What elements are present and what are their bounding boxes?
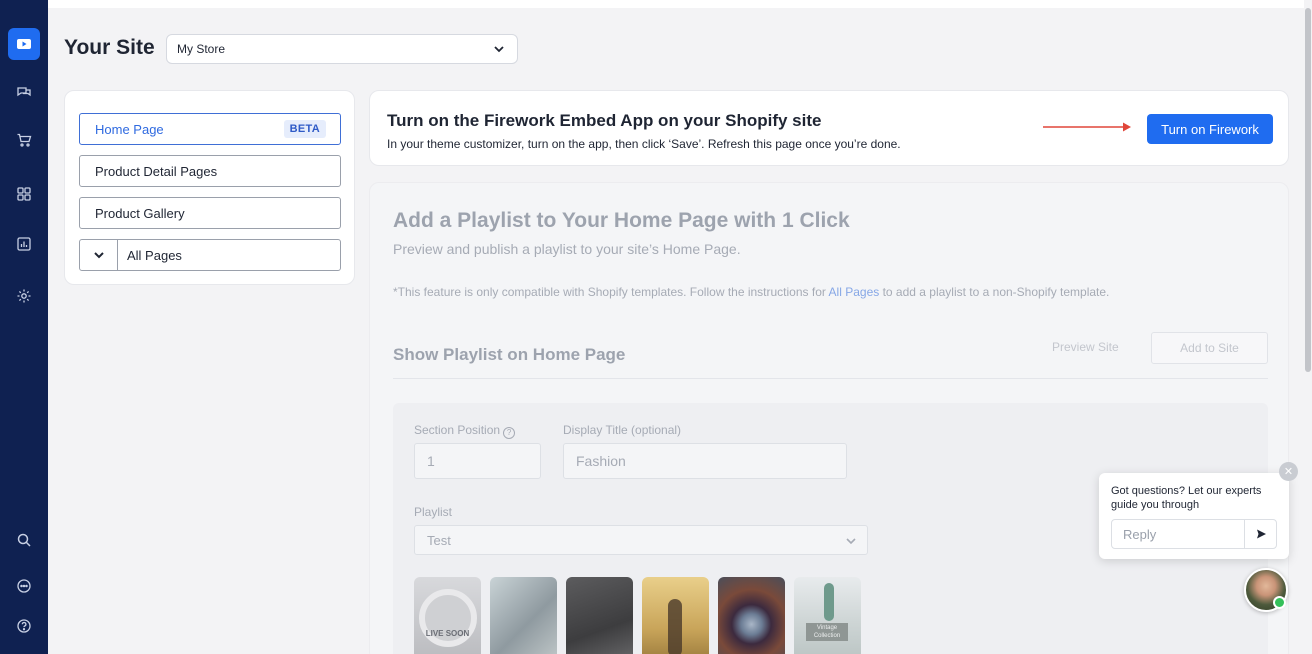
chat-bubbles-icon[interactable] — [8, 76, 40, 108]
video-thumbnails: LIVE SOON Vintage Collection — [414, 577, 861, 654]
arrow-right-icon — [1043, 122, 1131, 132]
video-thumbnail[interactable]: LIVE SOON — [414, 577, 481, 654]
chevron-down-icon — [846, 538, 856, 545]
beta-badge: BETA — [283, 120, 326, 138]
apps-grid-icon[interactable] — [8, 178, 40, 210]
page-option-product-detail[interactable]: Product Detail Pages — [79, 155, 341, 187]
note-text: *This feature is only compatible with Sh… — [393, 285, 829, 299]
left-nav-rail — [0, 0, 48, 654]
video-thumbnail[interactable]: Vintage Collection — [794, 577, 861, 654]
send-button[interactable] — [1244, 520, 1276, 548]
page-option-label: All Pages — [127, 247, 182, 263]
expand-toggle[interactable] — [80, 240, 118, 270]
section-position-label-text: Section Position — [414, 423, 501, 437]
chat-reply-input[interactable]: Reply — [1111, 519, 1277, 549]
playlist-select[interactable]: Test — [414, 525, 868, 555]
card-subheading: Preview and publish a playlist to your s… — [393, 241, 741, 257]
turn-on-firework-button[interactable]: Turn on Firework — [1147, 114, 1273, 144]
page-option-label: Product Detail Pages — [95, 163, 218, 179]
section-position-input[interactable]: 1 — [414, 443, 541, 479]
embed-app-banner: Turn on the Firework Embed App on your S… — [369, 90, 1289, 166]
video-thumbnail[interactable] — [490, 577, 557, 654]
chevron-down-icon — [494, 46, 504, 53]
video-thumbnail[interactable] — [718, 577, 785, 654]
add-to-site-button[interactable]: Add to Site — [1151, 332, 1268, 364]
playlist-select-value: Test — [427, 532, 451, 548]
video-icon[interactable] — [8, 28, 40, 60]
help-icon[interactable] — [8, 610, 40, 642]
analytics-icon[interactable] — [8, 228, 40, 260]
video-thumbnail[interactable] — [642, 577, 709, 654]
chevron-down-icon — [93, 252, 104, 259]
online-status-dot — [1273, 596, 1286, 609]
chat-message: Got questions? Let our experts guide you… — [1111, 485, 1262, 511]
thumbnail-caption: LIVE SOON — [425, 629, 470, 638]
messages-icon[interactable] — [8, 570, 40, 602]
search-icon[interactable] — [8, 524, 40, 556]
cart-icon[interactable] — [8, 124, 40, 156]
help-circle-icon[interactable]: ? — [503, 427, 516, 439]
send-icon — [1256, 529, 1266, 539]
display-title-input[interactable]: Fashion — [563, 443, 847, 479]
display-title-label: Display Title (optional) — [563, 423, 682, 437]
scrollbar[interactable] — [1304, 0, 1312, 654]
note-text-end: to add a playlist to a non-Shopify templ… — [879, 285, 1110, 299]
page-option-label: Product Gallery — [95, 205, 185, 221]
top-strip — [48, 0, 1312, 8]
banner-subtitle: In your theme customizer, turn on the ap… — [387, 137, 901, 151]
section-title: Show Playlist on Home Page — [393, 345, 626, 364]
settings-gear-icon[interactable] — [8, 280, 40, 312]
page-option-all-pages[interactable]: All Pages — [79, 239, 341, 271]
divider — [393, 378, 1268, 379]
page-title: Your Site — [64, 36, 155, 59]
store-select[interactable]: My Store — [166, 34, 518, 64]
store-select-value: My Store — [177, 42, 226, 56]
chat-widget: Got questions? Let our experts guide you… — [1099, 473, 1289, 559]
section-position-value: 1 — [427, 453, 435, 469]
page-option-label: Home Page — [95, 121, 164, 137]
page-option-home[interactable]: Home Page BETA — [79, 113, 341, 145]
all-pages-link[interactable]: All Pages — [829, 285, 880, 299]
chat-reply-placeholder: Reply — [1123, 526, 1157, 542]
display-title-value: Fashion — [576, 453, 626, 469]
card-heading: Add a Playlist to Your Home Page with 1 … — [393, 209, 850, 232]
banner-title: Turn on the Firework Embed App on your S… — [387, 111, 822, 130]
thumbnail-caption: Vintage Collection — [806, 623, 848, 641]
close-icon[interactable]: ✕ — [1279, 462, 1298, 481]
playlist-label: Playlist — [414, 505, 453, 519]
preview-site-button[interactable]: Preview Site — [1052, 340, 1119, 354]
scrollbar-thumb[interactable] — [1305, 8, 1311, 372]
pages-panel: Home Page BETA Product Detail Pages Prod… — [64, 90, 355, 285]
playlist-card: Add a Playlist to Your Home Page with 1 … — [369, 182, 1289, 654]
video-thumbnail[interactable] — [566, 577, 633, 654]
page-option-product-gallery[interactable]: Product Gallery — [79, 197, 341, 229]
section-position-label: Section Position? — [414, 423, 516, 439]
compatibility-note: *This feature is only compatible with Sh… — [393, 285, 1109, 299]
